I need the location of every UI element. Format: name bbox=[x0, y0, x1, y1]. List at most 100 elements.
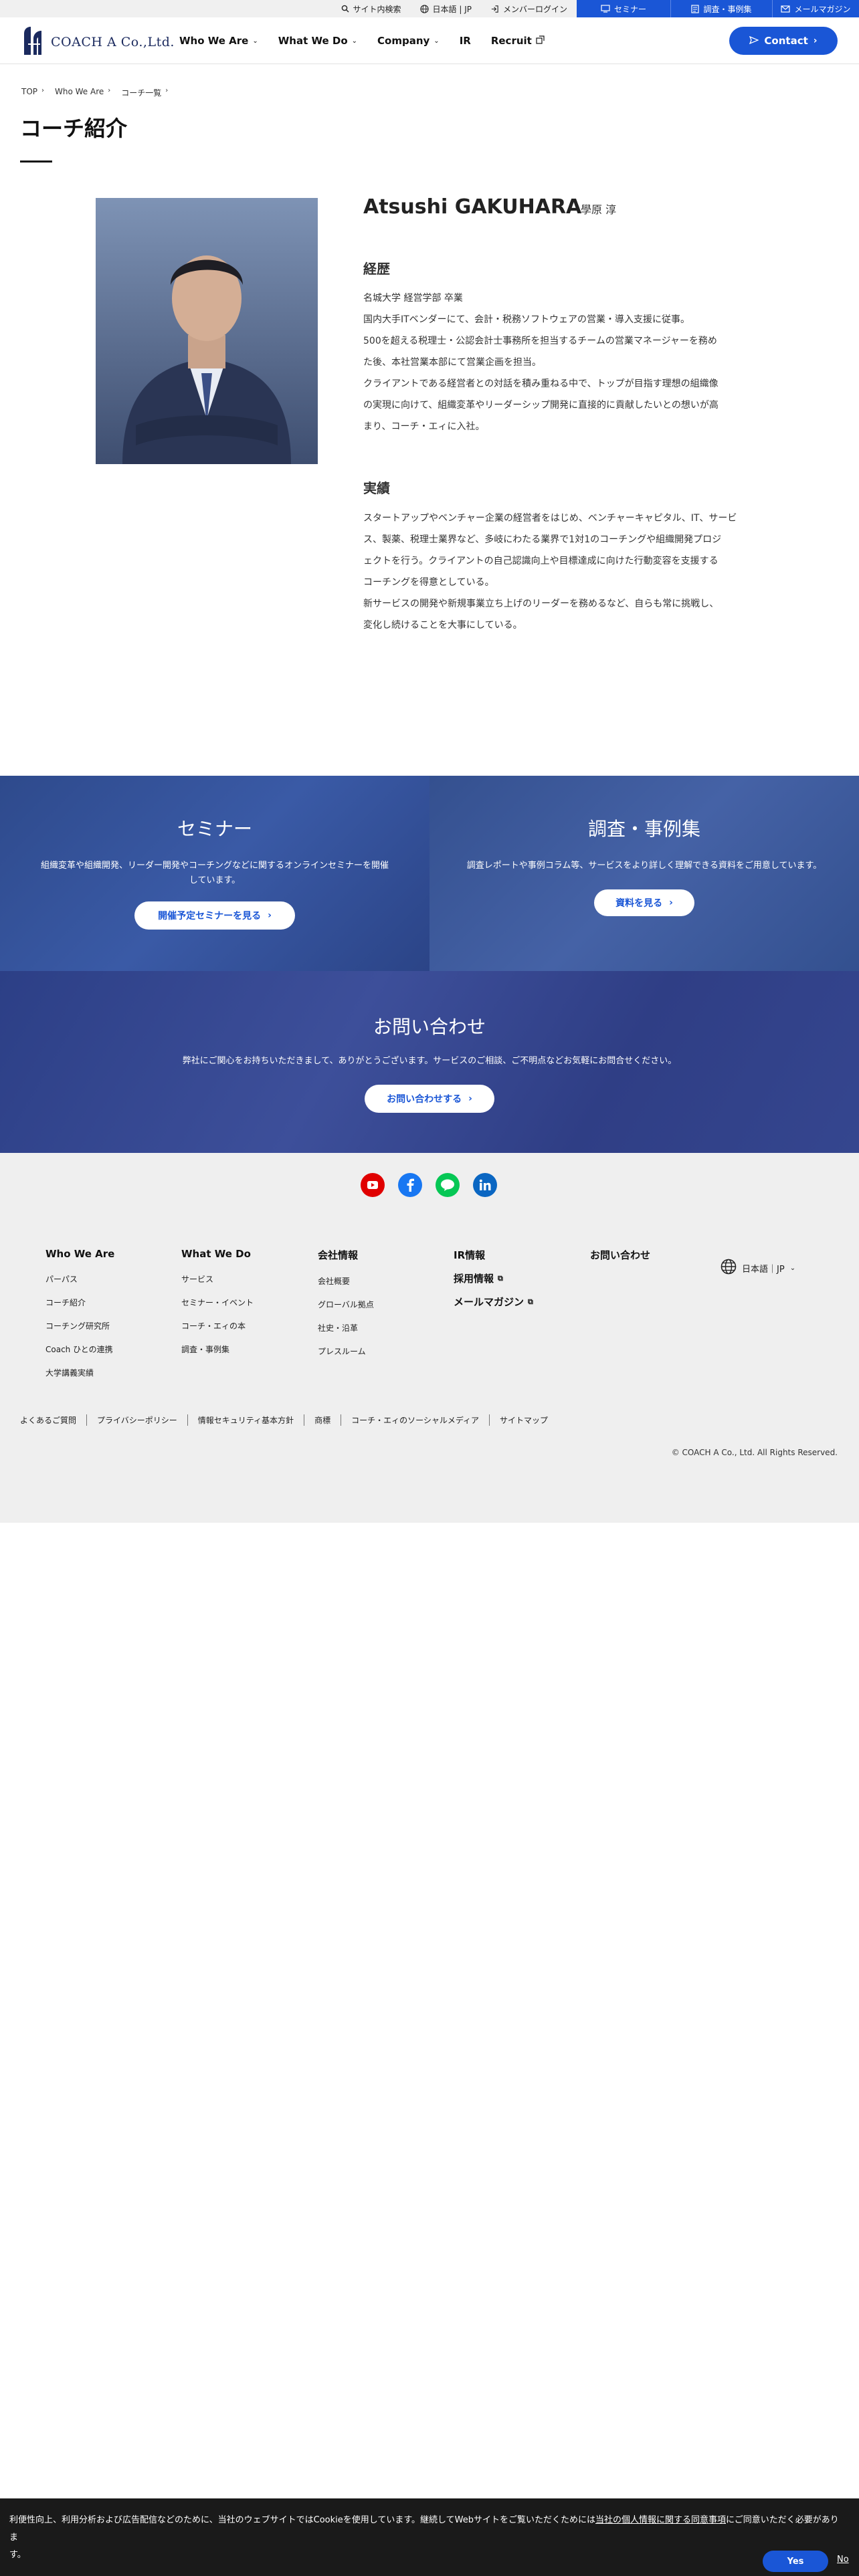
coach-kanji-name: 學原 淳 bbox=[581, 203, 617, 216]
chevron-right-icon: › bbox=[813, 35, 818, 46]
chevron-down-icon: ⌄ bbox=[434, 37, 440, 45]
seminar-tab-label: セミナー bbox=[613, 4, 646, 14]
monitor-icon bbox=[601, 5, 610, 13]
nav-company[interactable]: Company ⌄ bbox=[377, 35, 440, 47]
language-link[interactable]: 日本語 | JP bbox=[411, 0, 481, 17]
seminar-desc-line: しています。 bbox=[189, 875, 241, 885]
member-login-label: メンバーログイン bbox=[502, 4, 567, 14]
research-banner-title: 調査・事例集 bbox=[587, 818, 700, 840]
footer-col-heading[interactable]: What We Do bbox=[181, 1248, 254, 1260]
legal-link[interactable]: コーチ・エィのソーシャルメディア bbox=[341, 1414, 489, 1426]
career-line: 国内大手ITベンダーにて、会計・税務ソフトウェアの営業・導入支援に従事。 bbox=[363, 314, 690, 325]
title-underline bbox=[20, 160, 52, 163]
cookie-text-tail: す。 bbox=[9, 2550, 26, 2560]
career-line: の実現に向けて、組織変革やリーダーシップ開発に直接的に貢献したいとの想いが高 bbox=[363, 400, 719, 411]
footer-link[interactable]: コーチ紹介 bbox=[45, 1297, 114, 1308]
globe-icon bbox=[419, 4, 429, 13]
footer-link[interactable]: 大学講義実績 bbox=[45, 1367, 114, 1378]
footer-language-selector[interactable]: 日本語｜JP ⌄ bbox=[721, 1259, 795, 1277]
footer-link[interactable]: コーチング研究所 bbox=[45, 1320, 114, 1331]
footer-link[interactable]: 調査・事例集 bbox=[181, 1344, 254, 1355]
footer-language-label: 日本語｜JP bbox=[742, 1264, 785, 1275]
footer-link[interactable]: セミナー・イベント bbox=[181, 1297, 254, 1308]
consent-terms-link[interactable]: 当社の個人情報に関する同意事項 bbox=[595, 2515, 726, 2525]
legal-link[interactable]: 商標 bbox=[304, 1414, 341, 1426]
chevron-right-icon: › bbox=[669, 897, 673, 908]
mail-magazine-tab[interactable]: メールマガジン bbox=[772, 0, 859, 17]
legal-links: よくあるご質問 プライバシーポリシー 情報セキュリティ基本方針 商標 コーチ・エ… bbox=[20, 1414, 558, 1426]
company-logo[interactable]: COACH A Co.,Ltd. bbox=[20, 24, 175, 60]
footer-link[interactable]: サービス bbox=[181, 1273, 254, 1285]
breadcrumb-who-we-are[interactable]: Who We Are bbox=[55, 87, 104, 98]
globe-icon bbox=[721, 1259, 737, 1277]
site-search-link[interactable]: サイト内検索 bbox=[332, 0, 411, 17]
chevron-right-icon: › bbox=[268, 910, 272, 921]
contact-banner: お問い合わせ 弊社にご関心をお持ちいただきまして、ありがとうございます。サービス… bbox=[0, 971, 859, 1153]
social-links bbox=[361, 1173, 497, 1197]
footer-link[interactable]: コーチ・エィの本 bbox=[181, 1320, 254, 1331]
facebook-icon[interactable] bbox=[398, 1173, 422, 1197]
footer-link[interactable]: プレスルーム bbox=[318, 1346, 374, 1357]
youtube-icon[interactable] bbox=[361, 1173, 385, 1197]
external-link-icon bbox=[536, 35, 545, 47]
legal-link[interactable]: サイトマップ bbox=[489, 1414, 558, 1426]
footer-col-heading[interactable]: Who We Are bbox=[45, 1248, 114, 1260]
footer-ir-label: IR情報 bbox=[454, 1249, 486, 1261]
footer-link[interactable]: グローバル拠点 bbox=[318, 1299, 374, 1310]
legal-link[interactable]: よくあるご質問 bbox=[20, 1414, 86, 1426]
view-seminars-button[interactable]: 開催予定セミナーを見る › bbox=[134, 901, 295, 930]
language-label: 日本語 | JP bbox=[432, 4, 472, 14]
contact-button[interactable]: Contact › bbox=[729, 27, 838, 55]
seminar-desc-line: 組織変革や組織開発、リーダー開発やコーチングなどに関するオンラインセミナーを開催 bbox=[40, 861, 389, 871]
footer-mailmag-link[interactable]: メールマガジン ⧉ bbox=[454, 1295, 533, 1309]
chevron-down-icon: ⌄ bbox=[252, 37, 258, 45]
footer-contact-link[interactable]: お問い合わせ bbox=[590, 1248, 650, 1262]
main-nav: Who We Are ⌄ What We Do ⌄ Company ⌄ IR R… bbox=[179, 17, 545, 64]
breadcrumb-coach-list[interactable]: コーチ一覧 bbox=[121, 87, 161, 98]
research-tab[interactable]: 調査・事例集 bbox=[670, 0, 772, 17]
view-materials-button[interactable]: 資料を見る › bbox=[594, 889, 694, 916]
nav-recruit[interactable]: Recruit bbox=[491, 35, 545, 47]
chevron-right-icon: › bbox=[41, 87, 45, 94]
linkedin-icon[interactable] bbox=[473, 1173, 497, 1197]
footer-col-who-we-are: Who We Are パーパス コーチ紹介 コーチング研究所 Coach ひとの… bbox=[45, 1248, 114, 1390]
footer-link[interactable]: パーパス bbox=[45, 1273, 114, 1285]
contact-banner-title: お問い合わせ bbox=[373, 1016, 486, 1038]
nav-who-we-are[interactable]: Who We Are ⌄ bbox=[179, 35, 258, 47]
nav-ir[interactable]: IR bbox=[460, 35, 471, 47]
logo-mark-icon bbox=[20, 24, 47, 60]
footer-recruit-label: 採用情報 bbox=[454, 1273, 494, 1285]
cookie-yes-button[interactable]: Yes bbox=[763, 2551, 828, 2572]
view-materials-label: 資料を見る bbox=[615, 898, 663, 909]
legal-link[interactable]: プライバシーポリシー bbox=[86, 1414, 187, 1426]
footer-link[interactable]: 会社概要 bbox=[318, 1275, 374, 1287]
cookie-consent-bar: 利便性向上、利用分析および広告配信などのために、当社のウェブサイトではCooki… bbox=[0, 2498, 859, 2576]
coach-name: Atsushi GAKUHARA bbox=[363, 195, 582, 219]
legal-link[interactable]: 情報セキュリティ基本方針 bbox=[187, 1414, 304, 1426]
footer-link[interactable]: Coach ひとの連携 bbox=[45, 1344, 114, 1355]
nav-what-we-do[interactable]: What We Do ⌄ bbox=[278, 35, 357, 47]
inquiry-button[interactable]: お問い合わせする › bbox=[365, 1085, 494, 1113]
seminar-banner: セミナー 組織変革や組織開発、リーダー開発やコーチングなどに関するオンラインセミ… bbox=[0, 776, 430, 971]
member-login-link[interactable]: メンバーログイン bbox=[481, 0, 577, 17]
footer-mailmag-label: メールマガジン bbox=[454, 1296, 524, 1308]
career-text: 名城大学 経営学部 卒業 国内大手ITベンダーにて、会計・税務ソフトウェアの営業… bbox=[363, 288, 765, 437]
footer-col-heading[interactable]: 会社情報 bbox=[318, 1248, 374, 1262]
seminar-tab[interactable]: セミナー bbox=[577, 0, 670, 17]
footer-recruit-link[interactable]: 採用情報 ⧉ bbox=[454, 1271, 533, 1285]
footer-link[interactable]: 社史・沿革 bbox=[318, 1322, 374, 1333]
mail-icon bbox=[781, 5, 791, 13]
cookie-text: 利便性向上、利用分析および広告配信などのために、当社のウェブサイトではCooki… bbox=[9, 2512, 846, 2564]
career-line: 500を超える税理士・公認会計士事務所を担当するチームの営業マネージャーを務め bbox=[363, 336, 717, 346]
line-icon[interactable] bbox=[436, 1173, 460, 1197]
contact-label: Contact bbox=[764, 35, 808, 47]
footer-col-contact: お問い合わせ bbox=[590, 1248, 650, 1275]
breadcrumb-top[interactable]: TOP bbox=[21, 87, 37, 98]
chevron-right-icon: › bbox=[468, 1093, 472, 1104]
cookie-no-link[interactable]: No bbox=[837, 2555, 849, 2565]
chevron-down-icon: ⌄ bbox=[351, 37, 358, 45]
footer-ir-link[interactable]: IR情報 bbox=[454, 1248, 533, 1262]
contact-banner-desc: 弊社にご関心をお持ちいただきまして、ありがとうございます。サービスのご相談、ご不… bbox=[182, 1056, 677, 1066]
footer-col-what-we-do: What We Do サービス セミナー・イベント コーチ・エィの本 調査・事例… bbox=[181, 1248, 254, 1367]
chevron-right-icon: › bbox=[108, 87, 111, 94]
